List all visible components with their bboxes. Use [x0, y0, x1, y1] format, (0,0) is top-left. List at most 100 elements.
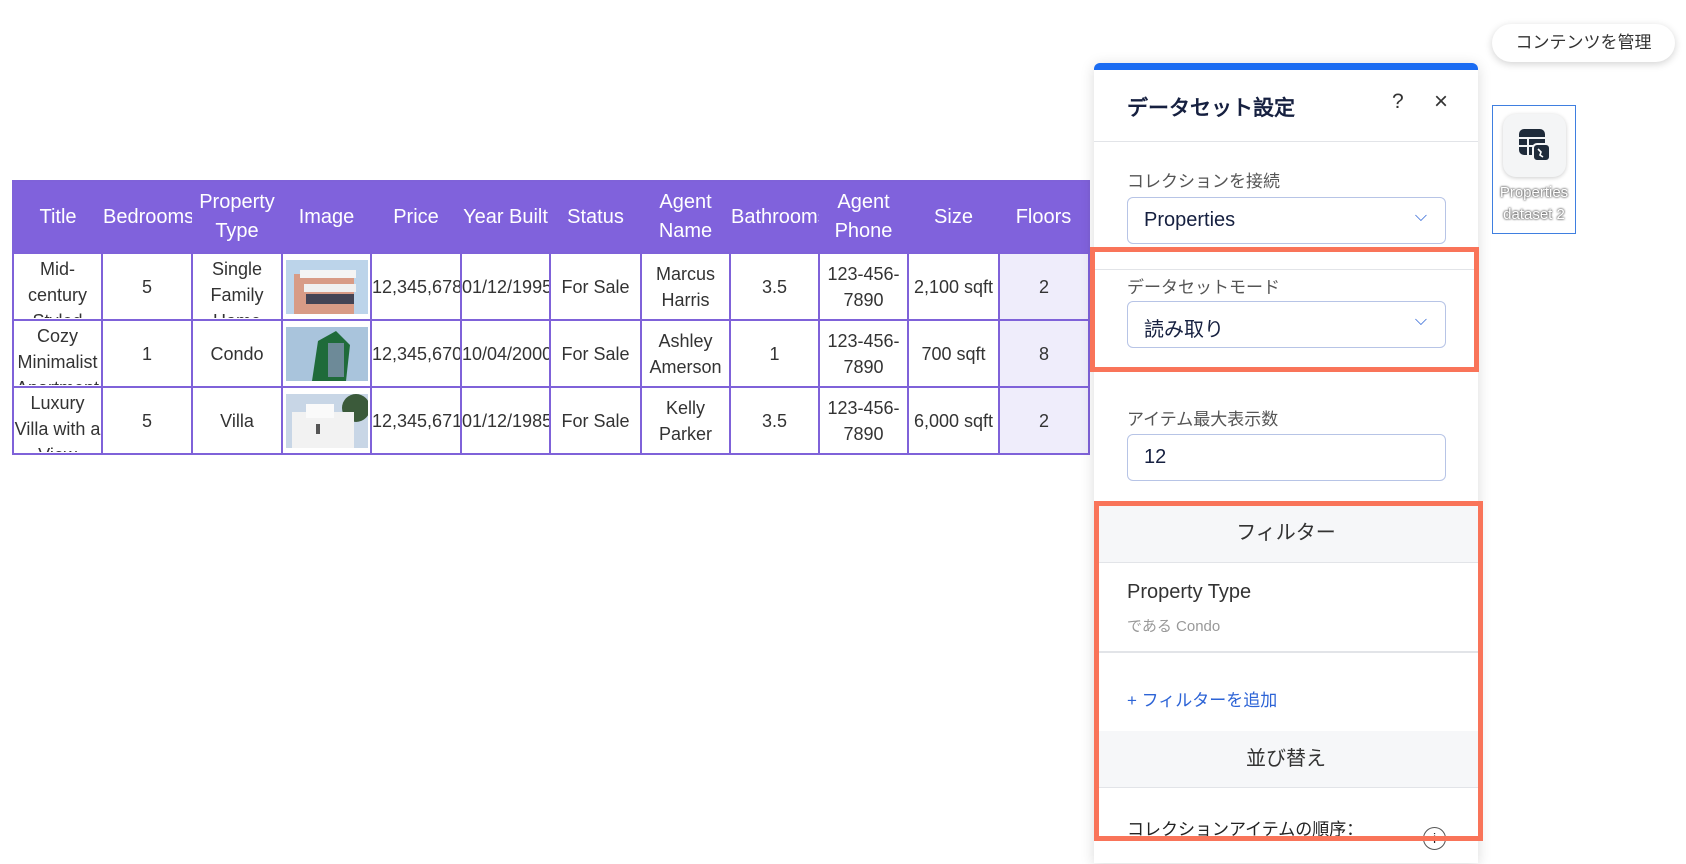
table-header: Title Bedrooms Property Type Image Price Year… — [13, 181, 1089, 253]
cell-phone: 123-456-7890 — [818, 386, 909, 455]
type-text: Condo — [210, 343, 264, 364]
price-text: 12,345,670 — [372, 343, 460, 364]
type-text: Single Family Home — [210, 258, 264, 318]
column-header[interactable]: Bedrooms — [102, 181, 192, 253]
table-connect-icon — [1503, 114, 1566, 177]
column-header[interactable]: Agent Phone — [819, 181, 908, 253]
cell-bathrooms: 3.5 — [729, 252, 820, 321]
price-text: 12,345,671 — [372, 410, 460, 431]
floors-text: 2 — [1038, 410, 1049, 431]
column-header[interactable]: Image — [282, 181, 371, 253]
column-header[interactable]: Size — [908, 181, 999, 253]
cell-title: Cozy Minimalist Apartment — [12, 319, 103, 388]
size-text: 6,000 sqft — [913, 410, 994, 431]
collection-select[interactable]: Properties ⌵ — [1127, 197, 1446, 244]
title-text: Cozy Minimalist Apartment — [16, 325, 99, 385]
cell-bedrooms: 1 — [101, 319, 193, 388]
column-header[interactable]: Status — [550, 181, 641, 253]
properties-table: Title Bedrooms Property Type Image Price Year… — [12, 180, 1090, 455]
agent-text: Ashley Amerson — [649, 330, 722, 377]
cell-bedrooms: 5 — [101, 252, 193, 321]
title-text: Luxury Villa with a View — [14, 392, 101, 452]
cell-price: 12,345,670 — [370, 319, 462, 388]
panel-title: データセット設定 — [1127, 97, 1295, 120]
cell-status: For Sale — [549, 252, 642, 321]
property-image — [285, 326, 368, 381]
bedrooms-text: 5 — [141, 276, 152, 297]
column-header[interactable]: Title — [13, 181, 102, 253]
cell-title: Mid-century Styled Home — [12, 252, 103, 321]
cell-agent: Kelly Parker — [640, 386, 731, 455]
price-text: 12,345,678 — [372, 276, 460, 297]
cell-year: 10/04/2000 — [460, 319, 551, 388]
size-text: 700 sqft — [921, 343, 986, 364]
cell-year: 01/12/1995 — [460, 252, 551, 321]
chevron-down-icon: ⌵ — [1414, 208, 1427, 225]
cell-image — [281, 386, 372, 455]
agent-text: Kelly Parker — [658, 397, 712, 444]
table-row[interactable]: Mid-century Styled Home 5 Single Family Ho… — [12, 252, 1090, 321]
year-text: 10/04/2000 — [462, 343, 549, 364]
cell-image — [281, 319, 372, 388]
cell-bathrooms: 1 — [729, 319, 820, 388]
close-button[interactable]: × — [1434, 88, 1448, 116]
cell-image — [281, 252, 372, 321]
help-button[interactable]: ? — [1392, 90, 1404, 114]
cell-title: Luxury Villa with a View — [12, 386, 103, 455]
column-header[interactable]: Price — [371, 181, 461, 253]
collection-value: Properties — [1144, 209, 1236, 231]
panel-header: データセット設定 ? × — [1094, 70, 1478, 142]
bathrooms-text: 3.5 — [761, 276, 788, 297]
year-text: 01/12/1985 — [462, 410, 549, 431]
cell-phone: 123-456-7890 — [818, 252, 909, 321]
phone-text: 123-456-7890 — [827, 263, 900, 310]
max-items-value: 12 — [1144, 446, 1167, 468]
cell-type: Villa — [191, 386, 283, 455]
table-row[interactable]: Cozy Minimalist Apartment 1 Condo 12,345,67… — [12, 319, 1090, 388]
cell-size: 700 sqft — [907, 319, 1000, 388]
size-text: 2,100 sqft — [913, 276, 994, 297]
manage-content-button[interactable]: コンテンツを管理 — [1492, 24, 1675, 62]
floors-text: 2 — [1038, 276, 1049, 297]
max-items-label: アイテム最大表示数 — [1127, 410, 1279, 429]
bedrooms-text: 5 — [141, 410, 152, 431]
cell-type: Condo — [191, 319, 283, 388]
cell-type: Single Family Home — [191, 252, 283, 321]
highlight-box-mode — [1090, 247, 1479, 372]
cell-price: 12,345,678 — [370, 252, 462, 321]
agent-text: Marcus Harris — [655, 263, 715, 310]
highlight-box-filter-sort — [1094, 501, 1483, 841]
cell-floors: 8 — [998, 319, 1090, 388]
column-header[interactable]: Bathrooms — [730, 181, 819, 253]
type-text: Villa — [220, 410, 254, 431]
cell-bathrooms: 3.5 — [729, 386, 820, 455]
cell-status: For Sale — [549, 386, 642, 455]
dataset-element[interactable]: Properties dataset 2 — [1492, 105, 1576, 234]
cell-price: 12,345,671 — [370, 386, 462, 455]
bedrooms-text: 1 — [141, 343, 152, 364]
max-items-input[interactable]: 12 — [1127, 434, 1446, 481]
property-image — [285, 393, 368, 448]
column-header[interactable]: Year Built — [461, 181, 550, 253]
status-text: For Sale — [561, 276, 630, 297]
floors-text: 8 — [1038, 343, 1049, 364]
column-header[interactable]: Agent Name — [641, 181, 730, 253]
dataset-label: Properties dataset 2 — [1499, 184, 1569, 223]
cell-agent: Ashley Amerson — [640, 319, 731, 388]
column-header[interactable]: Floors — [999, 181, 1089, 253]
cell-floors: 2 — [998, 386, 1090, 455]
cell-phone: 123-456-7890 — [818, 319, 909, 388]
cell-bedrooms: 5 — [101, 386, 193, 455]
cell-floors: 2 — [998, 252, 1090, 321]
status-text: For Sale — [561, 343, 630, 364]
year-text: 01/12/1995 — [462, 276, 549, 297]
cell-size: 2,100 sqft — [907, 252, 1000, 321]
phone-text: 123-456-7890 — [827, 330, 900, 377]
bathrooms-text: 1 — [769, 343, 780, 364]
property-image — [285, 259, 368, 314]
table-row[interactable]: Luxury Villa with a View 5 Villa 12,345,671… — [12, 386, 1090, 455]
status-text: For Sale — [561, 410, 630, 431]
bathrooms-text: 3.5 — [761, 410, 788, 431]
column-header[interactable]: Property Type — [192, 181, 282, 253]
title-text: Mid-century Styled Home — [27, 258, 88, 318]
